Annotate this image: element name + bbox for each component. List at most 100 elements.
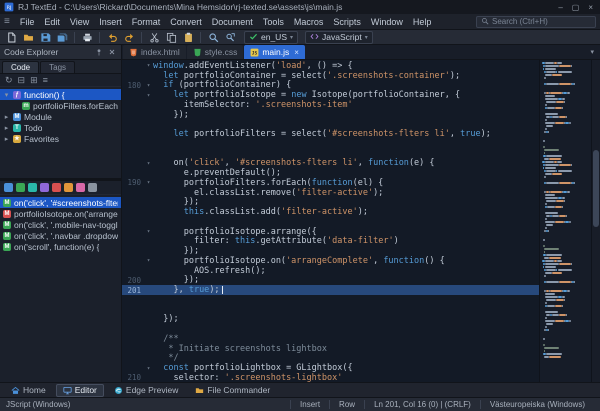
expander-icon[interactable]: ▸ [3,124,10,132]
fold-marker-icon[interactable]: ▾ [144,365,153,372]
expander-icon[interactable]: ▸ [3,113,10,121]
view-file-commander[interactable]: File Commander [188,384,277,397]
print-button[interactable] [80,31,94,44]
minimize-button[interactable]: – [558,3,562,12]
paste-button[interactable] [181,31,195,44]
menu-convert[interactable]: Convert [165,17,207,27]
symbol-filter-button-4[interactable] [40,183,49,192]
code-line[interactable] [122,120,539,130]
view-editor[interactable]: Editor [56,384,104,397]
code-line[interactable]: /** [122,334,539,344]
replace-button[interactable] [223,31,237,44]
code-line[interactable]: el.classList.remove('filter-active'); [122,188,539,198]
editor-tab-main.js[interactable]: JSmain.js× [244,45,305,59]
status-highlighter[interactable]: JScript (Windows) [6,400,80,409]
view-edge-preview[interactable]: Edge Preview [107,384,185,397]
code-minimap[interactable] [539,60,591,382]
close-button[interactable]: × [588,3,593,12]
code-line[interactable]: e.preventDefault(); [122,168,539,178]
menu-insert[interactable]: Insert [94,17,127,27]
status-insert-mode[interactable]: Insert [290,400,329,409]
tree-item[interactable]: mportfolioFilters.forEach(function(el) { [0,100,121,111]
scrollbar-thumb[interactable] [593,150,599,227]
code-line[interactable]: ▾ let portfolioIsotope = new Isotope(por… [122,90,539,100]
code-line[interactable] [122,217,539,227]
sidebar-tab-code[interactable]: Code [2,61,39,73]
cut-button[interactable] [147,31,161,44]
fold-marker-icon[interactable]: ▾ [144,82,153,89]
search-input[interactable] [492,17,591,26]
menu-format[interactable]: Format [127,17,166,27]
code-line[interactable] [122,295,539,305]
syntax-language-select[interactable]: JavaScript▾ [305,31,373,44]
symbol-filter-button-5[interactable] [52,183,61,192]
undo-button[interactable] [105,31,119,44]
symbol-filter-button-7[interactable] [76,183,85,192]
tree-item[interactable]: ▸TTodo [0,122,121,133]
menu-window[interactable]: Window [366,17,408,27]
status-caret-position[interactable]: Ln 201, Col 16 (0) | (CRLF) [364,400,480,409]
editor-tab-style.css[interactable]: style.css [187,45,244,59]
code-line[interactable]: ▾ on('click', '#screenshots-flters li', … [122,159,539,169]
code-line[interactable]: }); [122,110,539,120]
code-line[interactable]: 190▾ portfolioFilters.forEach(function(e… [122,178,539,188]
code-line[interactable]: 201 }, true); [122,285,539,295]
fold-marker-icon[interactable]: ▾ [144,92,153,99]
code-line[interactable]: filter: this.getAttribute('data-filter') [122,237,539,247]
tree-item[interactable]: ▸MModule [0,111,121,122]
expander-icon[interactable]: ▸ [3,135,10,143]
menu-edit[interactable]: Edit [39,17,65,27]
code-line[interactable]: ▾ const portfolioLightbox = GLightbox({ [122,363,539,373]
code-line[interactable]: ▾ portfolioIsotope.on('arrangeComplete',… [122,256,539,266]
open-file-button[interactable] [21,31,35,44]
code-line[interactable] [122,305,539,315]
fold-marker-icon[interactable]: ▾ [144,179,153,186]
code-line[interactable]: }); [122,246,539,256]
find-button[interactable] [206,31,220,44]
function-list-item[interactable]: Mon('click', '#screenshots-flters li', f… [0,197,121,208]
vertical-scrollbar[interactable] [591,60,600,382]
collapse-all-button[interactable]: ⊟ [18,76,26,85]
code-line[interactable]: }); [122,315,539,325]
code-line[interactable]: 180▾ if (portfolioContainer) { [122,81,539,91]
sidebar-tab-tags[interactable]: Tags [40,61,75,73]
code-line[interactable]: AOS.refresh(); [122,266,539,276]
fold-marker-icon[interactable]: ▾ [144,228,153,235]
fold-marker-icon[interactable]: ▾ [144,257,153,264]
code-line[interactable]: * Initiate screenshots lightbox [122,344,539,354]
menu-view[interactable]: View [65,17,94,27]
new-file-button[interactable] [4,31,18,44]
menu-help[interactable]: Help [408,17,437,27]
maximize-button[interactable]: ▢ [572,3,580,12]
symbol-filter-button-1[interactable] [4,183,13,192]
menu-tools[interactable]: Tools [258,17,289,27]
symbol-filter-button-2[interactable] [16,183,25,192]
code-text-area[interactable]: ▾window.addEventListener('load', () => {… [122,60,539,382]
tree-item[interactable]: ▸★Favorites [0,133,121,144]
view-home[interactable]: Home [4,384,53,397]
panel-pin-icon[interactable] [93,47,104,58]
function-list-item[interactable]: Mon('click', '.mobile-nav-toggle', funct… [0,219,121,230]
code-line[interactable]: let portfolioFilters = select('#screensh… [122,129,539,139]
close-tab-icon[interactable]: × [294,48,299,57]
status-encoding[interactable]: Västeuropeiska (Windows) [480,400,594,409]
function-list-item[interactable]: Mon('scroll', function(e) { [0,241,121,252]
fold-marker-icon[interactable]: ▾ [144,62,153,69]
code-line[interactable]: 200 }); [122,276,539,286]
fold-marker-icon[interactable]: ▾ [144,160,153,167]
code-line[interactable]: 210 selector: '.screenshots-lightbox' [122,373,539,382]
symbol-filter-button-3[interactable] [28,183,37,192]
copy-button[interactable] [164,31,178,44]
code-line[interactable]: ▾ portfolioIsotope.arrange({ [122,227,539,237]
expander-icon[interactable]: ▾ [3,91,10,99]
panel-close-icon[interactable] [106,47,117,58]
code-line[interactable]: this.classList.add('filter-active'); [122,207,539,217]
save-all-button[interactable] [55,31,69,44]
function-list-item[interactable]: MportfolioIsotope.on('arrangeComplete', … [0,208,121,219]
code-line[interactable]: let portfolioContainer = select('.screen… [122,71,539,81]
code-line[interactable]: */ [122,354,539,364]
function-list-item[interactable]: Mon('click', '.navbar .dropdown > a', fu… [0,230,121,241]
refresh-button[interactable]: ↻ [5,76,13,85]
expand-all-button[interactable]: ⊞ [30,76,38,85]
status-wrap-mode[interactable]: Row [329,400,364,409]
